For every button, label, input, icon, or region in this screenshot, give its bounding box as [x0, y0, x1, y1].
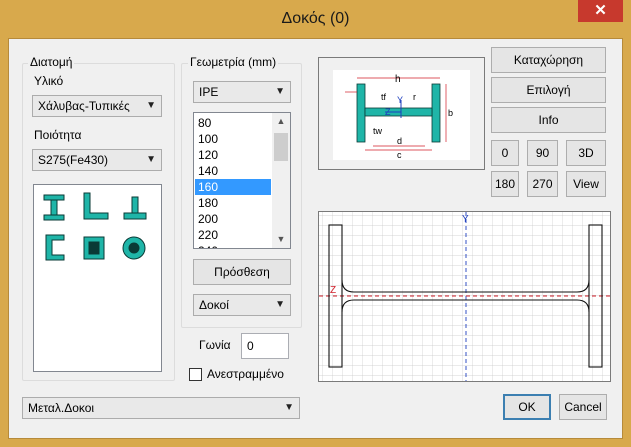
- section-diagram-frame: h tf Y Z r b tw d c: [318, 57, 485, 170]
- quality-label: Ποιότητα: [34, 128, 82, 142]
- dim-tw: tw: [373, 126, 383, 136]
- size-list-item[interactable]: 80: [195, 115, 271, 131]
- category-value: Μεταλ.Δοκοι: [28, 401, 95, 415]
- select-button[interactable]: Επιλογή: [491, 77, 606, 103]
- material-label: Υλικό: [34, 74, 64, 88]
- size-list-items: 80100120140160180200220240: [195, 115, 271, 248]
- dim-h: h: [395, 74, 401, 85]
- i-beam-icon[interactable]: [43, 194, 65, 221]
- type-value: Δοκοί: [199, 298, 229, 312]
- size-list-item[interactable]: 240: [195, 243, 271, 248]
- dim-r: r: [413, 92, 416, 102]
- size-list-item[interactable]: 200: [195, 211, 271, 227]
- scroll-up-icon[interactable]: ▲: [272, 113, 290, 130]
- angle-input[interactable]: 0: [241, 333, 289, 359]
- size-list-item[interactable]: 180: [195, 195, 271, 211]
- shape-icons: [43, 192, 147, 261]
- scroll-down-icon[interactable]: ▼: [272, 231, 290, 248]
- dim-c: c: [397, 150, 402, 160]
- dialog-window: Δοκός (0) ✕ Διατομή Υλικό Χάλυβας-Τυπικέ…: [0, 0, 631, 447]
- geometry-group-label: Γεωμετρία (mm): [188, 55, 279, 69]
- section-preview: Y Z: [318, 211, 611, 382]
- angle-icon[interactable]: [83, 192, 109, 220]
- material-value: Χάλυβας-Τυπικές: [38, 99, 130, 113]
- size-list-item[interactable]: 160: [195, 179, 271, 195]
- chevron-down-icon: ▼: [146, 100, 156, 111]
- view-180-button[interactable]: 180: [491, 171, 519, 197]
- angle-label: Γωνία: [199, 338, 231, 352]
- shape-palette: [33, 184, 162, 372]
- tee-icon[interactable]: [123, 196, 147, 220]
- preview-y-axis-label: Y: [462, 214, 469, 225]
- view-90-button[interactable]: 90: [527, 140, 558, 166]
- size-list-scrollbar[interactable]: ▲ ▼: [272, 113, 290, 248]
- size-list-item[interactable]: 220: [195, 227, 271, 243]
- cancel-button[interactable]: Cancel: [559, 394, 607, 420]
- quality-select[interactable]: S275(Fe430) ▼: [32, 149, 162, 171]
- channel-icon[interactable]: [45, 234, 65, 261]
- dim-tf: tf: [381, 92, 387, 102]
- dim-y: Y: [397, 95, 403, 105]
- info-button[interactable]: Info: [491, 107, 606, 133]
- dim-z: Z: [385, 107, 391, 117]
- close-button[interactable]: ✕: [578, 0, 623, 22]
- size-list[interactable]: 80100120140160180200220240 ▲ ▼: [193, 112, 291, 249]
- profile-select[interactable]: IPE ▼: [193, 81, 291, 103]
- inverted-checkbox[interactable]: [189, 368, 202, 381]
- dim-d: d: [397, 136, 402, 146]
- size-list-item[interactable]: 100: [195, 131, 271, 147]
- ok-button[interactable]: OK: [503, 394, 551, 420]
- section-group-label: Διατομή: [28, 55, 75, 69]
- chevron-down-icon: ▼: [275, 86, 285, 97]
- box-tube-icon[interactable]: [83, 236, 105, 260]
- view-270-button[interactable]: 270: [527, 171, 558, 197]
- register-button[interactable]: Καταχώρηση: [491, 47, 606, 73]
- profile-value: IPE: [199, 85, 219, 99]
- preview-z-axis-label: Z: [330, 285, 336, 296]
- size-list-item[interactable]: 120: [195, 147, 271, 163]
- view-0-button[interactable]: 0: [491, 140, 519, 166]
- type-select[interactable]: Δοκοί ▼: [193, 294, 291, 316]
- quality-value: S275(Fe430): [38, 153, 109, 167]
- size-list-item[interactable]: 140: [195, 163, 271, 179]
- chevron-down-icon: ▼: [146, 154, 156, 165]
- material-select[interactable]: Χάλυβας-Τυπικές ▼: [32, 95, 162, 117]
- category-select[interactable]: Μεταλ.Δοκοι ▼: [22, 397, 300, 419]
- round-tube-icon[interactable]: [122, 236, 146, 260]
- inverted-label: Ανεστραμμένο: [207, 367, 284, 381]
- scroll-thumb[interactable]: [274, 133, 288, 161]
- view-button[interactable]: View: [566, 171, 606, 197]
- dim-b: b: [448, 108, 453, 118]
- window-title: Δοκός (0): [281, 10, 350, 27]
- add-button[interactable]: Πρόσθεση: [193, 259, 291, 285]
- chevron-down-icon: ▼: [275, 299, 285, 310]
- view-3d-button[interactable]: 3D: [566, 140, 606, 166]
- section-diagram: h tf Y Z r b tw d c: [333, 70, 470, 160]
- chevron-down-icon: ▼: [284, 402, 294, 413]
